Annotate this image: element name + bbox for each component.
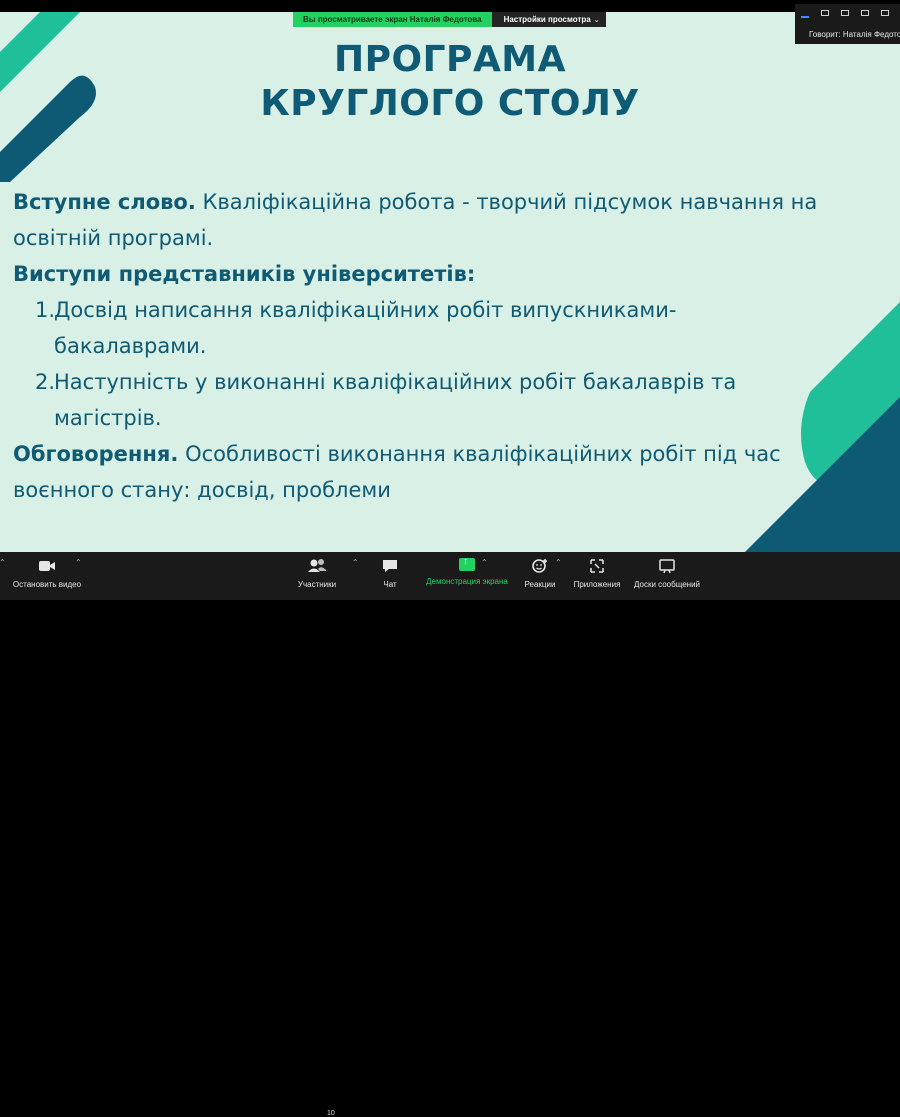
grid-layout-icon[interactable]	[861, 10, 869, 16]
list-item-number: 1.	[35, 298, 56, 322]
presentation-slide: ПРОГРАМА КРУГЛОГО СТОЛУ Вступне слово. К…	[0, 12, 900, 552]
view-options-button[interactable]: Настройки просмотра ⌄	[491, 12, 606, 27]
share-caret-icon[interactable]: ⌃	[481, 558, 488, 567]
apps-button[interactable]: Приложения	[572, 556, 622, 589]
reactions-label: Реакции	[524, 580, 556, 589]
chat-bubble-icon	[383, 560, 397, 572]
view-options-label: Настройки просмотра	[503, 15, 591, 24]
list-item: 2. Наступність у виконанні кваліфікаційн…	[35, 364, 823, 436]
intro-label: Вступне слово.	[13, 190, 196, 214]
chat-label: Чат	[383, 580, 397, 589]
participants-count: 10	[327, 1110, 335, 1117]
meeting-toolbar: ⌃ Остановить видео ⌃ Участники 10 ⌃ Чат …	[0, 552, 900, 1117]
slide-title-line2: КРУГЛОГО СТОЛУ	[260, 83, 640, 124]
audio-caret-icon[interactable]: ⌃	[0, 558, 6, 567]
share-banner: Вы просматриваете экран Наталія Федотова…	[293, 12, 606, 27]
list-item-text: Наступність у виконанні кваліфікаційних …	[54, 370, 737, 430]
single-layout-icon[interactable]	[821, 10, 829, 16]
apps-label: Приложения	[573, 580, 621, 589]
list-item-number: 2.	[35, 370, 56, 394]
intro-paragraph: Вступне слово. Кваліфікаційна робота - т…	[13, 184, 823, 256]
whiteboard-icon	[659, 559, 675, 574]
active-speaker-label: Говорит: Наталія Федотова	[809, 30, 900, 39]
fullscreen-layout-icon[interactable]	[881, 10, 889, 16]
video-caret-icon[interactable]: ⌃	[75, 558, 82, 567]
slide-body: Вступне слово. Кваліфікаційна робота - т…	[13, 184, 823, 508]
smiley-plus-icon	[532, 559, 547, 573]
stop-video-label: Остановить видео	[12, 580, 82, 589]
share-screen-button[interactable]: Демонстрация экрана	[423, 556, 511, 586]
speaker-panel: Говорит: Наталія Федотова	[795, 4, 900, 44]
layout-switcher	[801, 10, 900, 18]
speeches-heading: Виступи представників університетів:	[13, 262, 476, 286]
slide-title-line1: ПРОГРАМА	[334, 39, 566, 80]
share-screen-icon	[459, 556, 475, 571]
reactions-caret-icon[interactable]: ⌃	[555, 558, 562, 567]
whiteboards-label: Доски сообщений	[633, 580, 700, 589]
share-status-label: Вы просматриваете экран Наталія Федотова	[293, 12, 492, 27]
participants-button[interactable]: Участники	[294, 556, 340, 589]
share-screen-label: Демонстрация экрана	[426, 577, 508, 586]
participants-caret-icon[interactable]: ⌃	[352, 558, 359, 567]
slide-title: ПРОГРАМА КРУГЛОГО СТОЛУ	[0, 38, 900, 126]
reactions-button[interactable]: Реакции	[522, 556, 558, 589]
speeches-list: 1. Досвід написання кваліфікаційних робі…	[13, 292, 823, 436]
strip-layout-icon[interactable]	[841, 10, 849, 16]
participants-label: Участники	[297, 580, 337, 589]
chat-button[interactable]: Чат	[378, 556, 402, 589]
minimize-layout-icon[interactable]	[801, 10, 809, 18]
discussion-paragraph: Обговорення. Особливості виконання квалі…	[13, 436, 823, 508]
discussion-label: Обговорення.	[13, 442, 179, 466]
list-item: 1. Досвід написання кваліфікаційних робі…	[35, 292, 823, 364]
stop-video-button[interactable]: Остановить видео	[12, 556, 82, 589]
participants-icon	[308, 559, 326, 572]
list-item-text: Досвід написання кваліфікаційних робіт в…	[54, 298, 677, 358]
apps-icon	[590, 559, 604, 573]
whiteboards-button[interactable]: Доски сообщений	[631, 556, 703, 589]
video-camera-icon	[39, 561, 55, 571]
chevron-down-icon: ⌄	[593, 17, 600, 24]
